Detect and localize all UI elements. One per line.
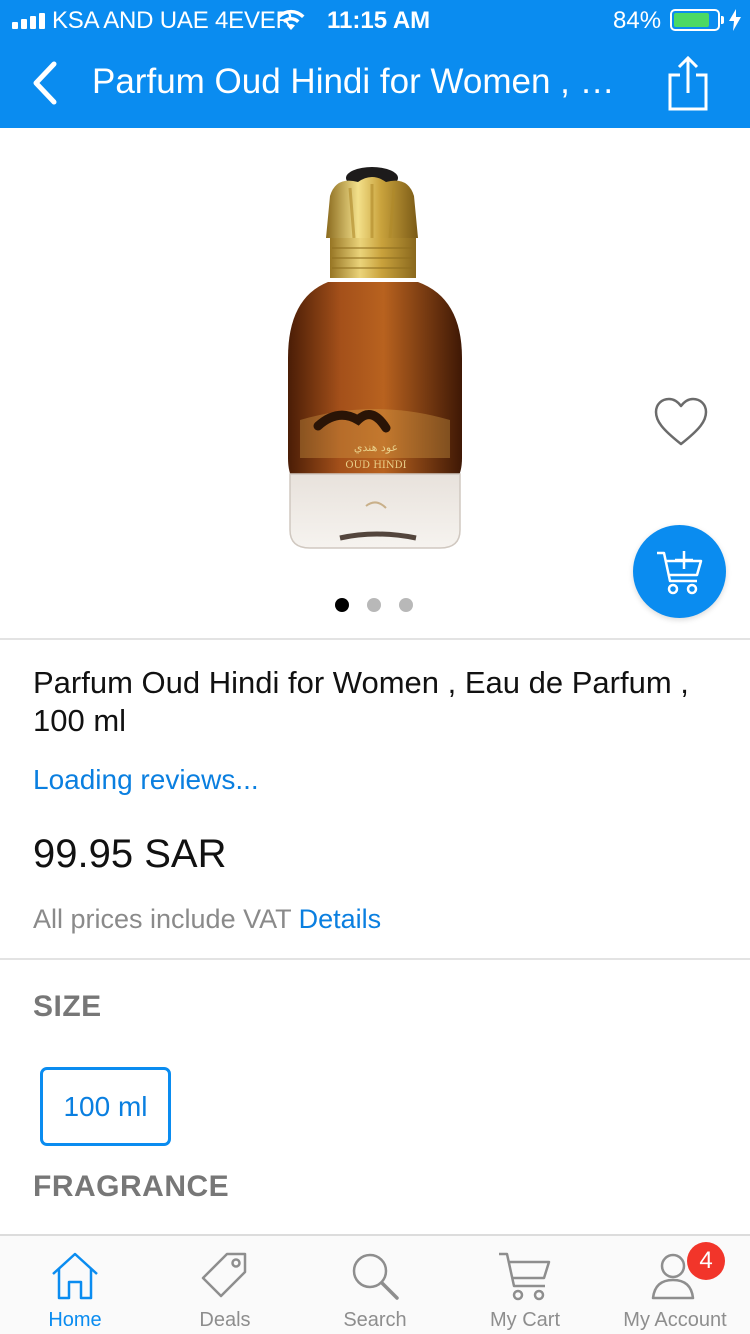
pagination-dot[interactable] xyxy=(399,598,413,612)
tab-label: My Cart xyxy=(490,1309,560,1331)
battery-percent: 84% xyxy=(613,7,662,34)
svg-text:عود هندي: عود هندي xyxy=(354,441,398,454)
signal-icon xyxy=(12,11,45,29)
carrier-name: KSA AND UAE 4EVER xyxy=(52,7,293,34)
share-button[interactable] xyxy=(664,55,712,113)
tab-bar: Home Deals Search My Cart 4 My Account xyxy=(0,1234,750,1334)
battery-icon xyxy=(670,9,720,31)
heart-icon xyxy=(654,397,708,446)
divider xyxy=(0,958,750,960)
product-gallery[interactable]: عود هندي OUD HINDI xyxy=(0,128,750,638)
tab-label: Home xyxy=(48,1309,102,1331)
product-image: عود هندي OUD HINDI xyxy=(288,167,462,549)
wifi-icon xyxy=(277,9,305,30)
tab-label: Deals xyxy=(199,1309,251,1331)
tab-label: Search xyxy=(343,1309,407,1331)
divider xyxy=(0,638,750,640)
tab-home[interactable]: Home xyxy=(0,1236,150,1334)
size-option-selected[interactable]: 100 ml xyxy=(40,1067,171,1146)
product-price: 99.95 SAR xyxy=(33,832,227,876)
gallery-pagination xyxy=(335,598,413,612)
app-header: KSA AND UAE 4EVER 11:15 AM 84% Parfum Ou… xyxy=(0,0,750,128)
battery-nub xyxy=(721,16,724,24)
chevron-left-icon xyxy=(33,61,57,105)
size-section-title: SIZE xyxy=(33,990,102,1023)
reviews-link[interactable]: Loading reviews... xyxy=(33,764,259,796)
add-to-cart-icon xyxy=(657,551,703,595)
vat-details-link[interactable]: Details xyxy=(299,904,382,934)
vat-text: All prices include VAT xyxy=(33,904,292,934)
home-icon xyxy=(52,1252,98,1300)
back-button[interactable] xyxy=(26,58,66,108)
clock: 11:15 AM xyxy=(327,7,431,34)
vat-note: All prices include VAT Details xyxy=(33,904,381,935)
pagination-dot[interactable] xyxy=(367,598,381,612)
pagination-dot[interactable] xyxy=(335,598,349,612)
tab-account[interactable]: 4 My Account xyxy=(600,1236,750,1334)
tag-icon xyxy=(201,1252,247,1298)
tab-deals[interactable]: Deals xyxy=(150,1236,300,1334)
share-icon xyxy=(668,55,708,111)
tab-search[interactable]: Search xyxy=(300,1236,450,1334)
tab-cart[interactable]: My Cart xyxy=(450,1236,600,1334)
svg-text:OUD HINDI: OUD HINDI xyxy=(345,460,406,471)
page-title: Parfum Oud Hindi for Women , Eau de Parf… xyxy=(92,62,617,101)
notification-badge: 4 xyxy=(687,1242,725,1280)
search-icon xyxy=(352,1253,399,1300)
fragrance-section-title: FRAGRANCE xyxy=(33,1170,230,1203)
wishlist-button[interactable] xyxy=(652,396,710,450)
product-name: Parfum Oud Hindi for Women , Eau de Parf… xyxy=(33,665,689,738)
charging-icon xyxy=(729,9,741,31)
cart-icon xyxy=(499,1252,551,1301)
add-to-cart-button[interactable] xyxy=(633,525,726,618)
tab-label: My Account xyxy=(623,1309,727,1331)
status-bar: KSA AND UAE 4EVER 11:15 AM 84% xyxy=(0,0,750,40)
